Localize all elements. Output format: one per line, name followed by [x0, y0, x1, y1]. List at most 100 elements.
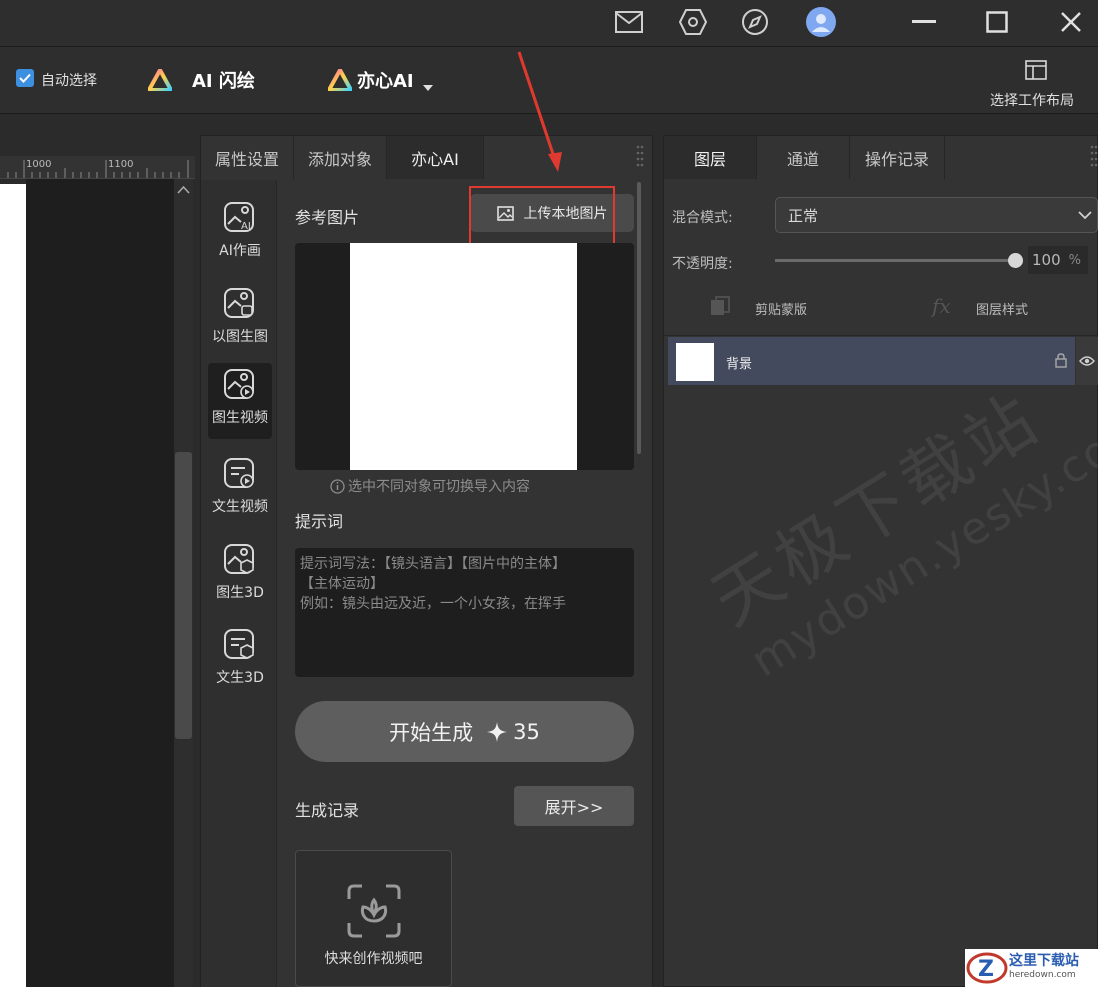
- eye-icon: [1079, 356, 1095, 366]
- opacity-slider-track[interactable]: [775, 259, 1020, 262]
- nav-label: 文生3D: [216, 670, 264, 686]
- image-to-image-icon: [224, 288, 254, 318]
- tab-layers[interactable]: 图层: [664, 136, 757, 179]
- z-logo-icon: Z: [966, 952, 1008, 984]
- prompt-placeholder-line: 提示词写法：【镜头语言】【图片中的主体】: [300, 556, 566, 572]
- nav-item-ai-paint[interactable]: AI AI作画: [208, 196, 272, 272]
- close-icon[interactable]: [1052, 4, 1090, 40]
- layer-style-button[interactable]: 图层样式: [976, 299, 1028, 318]
- layer-name: 背景: [726, 357, 753, 372]
- chevron-down-icon: [1078, 211, 1092, 220]
- check-icon: [19, 73, 31, 83]
- history-empty-text: 快来创作视频吧: [324, 951, 423, 967]
- image-to-video-icon: [224, 369, 254, 399]
- blend-mode-value: 正常: [788, 206, 819, 225]
- canvas-document[interactable]: [0, 184, 26, 987]
- opacity-slider-knob[interactable]: [1008, 253, 1023, 268]
- mail-icon[interactable]: [610, 4, 648, 40]
- hint-text: 选中不同对象可切换导入内容: [348, 479, 530, 495]
- divider: [664, 335, 1097, 336]
- annotation-arrow: [517, 51, 562, 172]
- tab-add-object[interactable]: 添加对象: [294, 136, 387, 179]
- clip-mask-button[interactable]: 剪贴蒙版: [755, 299, 807, 318]
- history-empty-card: 快来创作视频吧: [295, 850, 452, 987]
- avatar[interactable]: [802, 4, 840, 40]
- opacity-unit: %: [1068, 252, 1081, 268]
- opacity-value: 100: [1032, 251, 1061, 269]
- nav-label: 图生视频: [212, 410, 268, 426]
- reference-image-label: 参考图片: [295, 208, 360, 227]
- tab-yixin-ai[interactable]: 亦心AI: [387, 136, 484, 179]
- prompt-placeholder-line: 例如：镜头由远及近，一个小女孩，在挥手: [300, 596, 566, 612]
- prompt-placeholder-line: 【主体运动】: [300, 576, 384, 592]
- reference-image-thumbnail: [350, 243, 577, 470]
- maximize-icon[interactable]: [978, 4, 1016, 40]
- info-icon: [330, 478, 345, 494]
- minimize-icon[interactable]: [905, 4, 943, 40]
- brand-flash[interactable]: AI 闪绘: [192, 67, 255, 93]
- horizontal-ruler: 1000 1100: [0, 156, 195, 179]
- prompt-label: 提示词: [295, 512, 344, 531]
- highlight-box: [469, 186, 615, 247]
- corner-logo: Z 这里下载站 heredown.com: [965, 949, 1098, 987]
- import-hint: 选中不同对象可切换导入内容: [330, 476, 530, 496]
- start-generate-button[interactable]: 开始生成 35: [295, 701, 634, 762]
- nav-item-image-to-video[interactable]: 图生视频: [208, 363, 272, 439]
- clip-mask-icon: [710, 296, 730, 320]
- flash-logo-icon: [145, 65, 175, 95]
- tab-properties[interactable]: 属性设置: [201, 136, 294, 179]
- ruler-tick-1000: 1000: [26, 159, 52, 170]
- canvas-background: [26, 179, 174, 987]
- drag-handle-icon[interactable]: [1090, 145, 1098, 173]
- ai-feature-nav: AI AI作画 以图生图 图生视频 文生视频 图生3D 文生3D: [201, 180, 277, 987]
- dropdown-arrow-icon[interactable]: [423, 76, 433, 95]
- svg-text:Z: Z: [978, 957, 994, 982]
- opacity-input[interactable]: 100 %: [1028, 246, 1088, 274]
- history-label: 生成记录: [295, 801, 360, 820]
- opacity-label: 不透明度:: [672, 256, 733, 272]
- image-to-3d-icon: [224, 544, 254, 574]
- text-to-3d-icon: [224, 629, 254, 659]
- text-to-video-icon: [224, 458, 254, 488]
- title-bar: [0, 0, 1098, 47]
- nav-item-text-to-video[interactable]: 文生视频: [208, 452, 272, 528]
- nav-item-image-to-image[interactable]: 以图生图: [208, 282, 272, 358]
- lock-icon[interactable]: [1055, 353, 1067, 372]
- layout-icon[interactable]: [1025, 60, 1047, 84]
- settings-icon[interactable]: [674, 4, 712, 40]
- nav-item-text-to-3d[interactable]: 文生3D: [208, 623, 272, 699]
- brand-yixin[interactable]: 亦心AI: [357, 67, 414, 93]
- layout-label[interactable]: 选择工作布局: [990, 90, 1074, 110]
- layer-thumbnail: [676, 343, 714, 381]
- ai-paint-icon: AI: [224, 202, 254, 232]
- nav-label: AI作画: [219, 243, 261, 259]
- compass-icon[interactable]: [736, 4, 774, 40]
- tab-history[interactable]: 操作记录: [850, 136, 945, 179]
- nav-label: 以图生图: [212, 329, 268, 345]
- fx-icon: fx: [932, 294, 951, 318]
- generate-cost: 35: [513, 719, 540, 744]
- yixin-logo-icon: [325, 65, 355, 95]
- scroll-up-icon[interactable]: [174, 183, 193, 197]
- expand-history-button[interactable]: 展开>>: [514, 786, 634, 826]
- blend-mode-label: 混合模式:: [672, 210, 733, 226]
- sparkle-icon: [487, 721, 508, 742]
- drag-handle-icon[interactable]: [636, 145, 644, 173]
- nav-label: 文生视频: [212, 499, 268, 515]
- visibility-toggle[interactable]: [1076, 337, 1098, 385]
- nav-label: 图生3D: [216, 585, 264, 601]
- corner-logo-url: heredown.com: [1009, 970, 1076, 980]
- tab-channels[interactable]: 通道: [757, 136, 850, 179]
- ruler-tick-1100: 1100: [108, 159, 134, 170]
- nav-item-image-to-3d[interactable]: 图生3D: [208, 538, 272, 614]
- svg-text:AI: AI: [241, 221, 251, 232]
- prompt-textarea[interactable]: 提示词写法：【镜头语言】【图片中的主体】 【主体运动】 例如：镜头由远及近，一个…: [295, 548, 634, 677]
- create-video-icon: [347, 884, 401, 938]
- panel-scrollbar[interactable]: [637, 182, 641, 454]
- auto-select-checkbox[interactable]: [16, 69, 34, 87]
- auto-select-label: 自动选择: [41, 73, 97, 89]
- corner-logo-text: 这里下载站: [1009, 953, 1079, 969]
- blend-mode-select[interactable]: 正常: [775, 197, 1098, 233]
- scrollbar-thumb[interactable]: [175, 452, 192, 739]
- generate-label: 开始生成: [389, 720, 474, 745]
